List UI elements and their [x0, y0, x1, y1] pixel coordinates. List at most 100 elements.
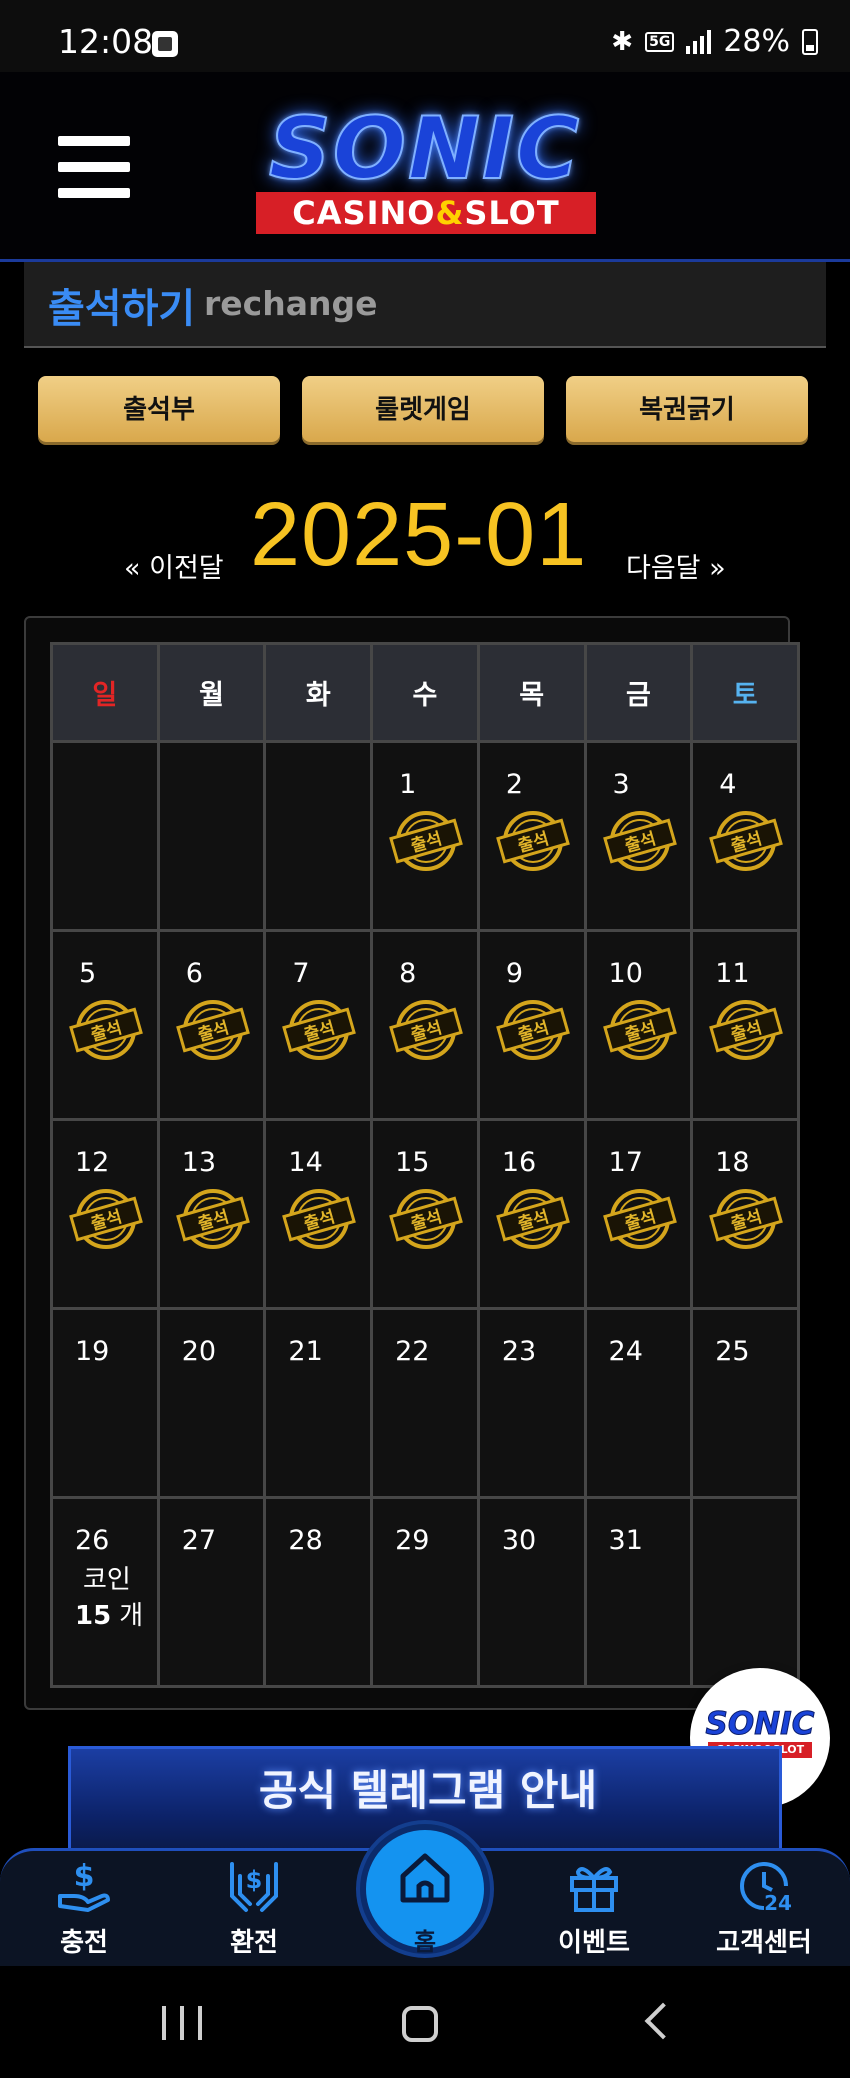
attendance-button[interactable]: 출석부: [38, 376, 280, 442]
day-number: 19: [75, 1336, 110, 1367]
prev-month-link[interactable]: « 이전달: [124, 546, 224, 585]
attendance-stamp-icon: 출석: [389, 811, 463, 871]
calendar-day-cell: 26 코인 15 개: [50, 1496, 160, 1688]
deposit-icon: $: [58, 1859, 110, 1912]
nav-deposit-label: 충전: [60, 1928, 108, 1958]
weekday-sun: 일: [50, 642, 160, 743]
attendance-stamp-icon: 출석: [709, 1189, 784, 1249]
day-number: 11: [715, 958, 750, 989]
calendar-empty-cell: [690, 1496, 800, 1688]
coin-label: 코인: [83, 1565, 131, 1595]
day-number: 10: [608, 958, 643, 989]
nav-deposit[interactable]: $ 충전: [24, 1856, 144, 1959]
calendar-day-cell: 22: [370, 1307, 480, 1499]
calendar-day-cell: 3 출석: [583, 740, 694, 932]
recent-apps-icon[interactable]: [162, 2006, 202, 2040]
day-number: 25: [715, 1336, 750, 1367]
next-month-link[interactable]: 다음달 »: [626, 546, 726, 585]
svg-text:$: $: [74, 1859, 95, 1894]
calendar-day-cell: 7 출석: [263, 929, 374, 1121]
nav-home[interactable]: 홈: [360, 1824, 490, 1956]
calendar-day-cell: 16 출석: [476, 1118, 587, 1310]
calendar-day-cell: 18 출석: [690, 1118, 800, 1310]
attendance-stamp-icon: 출석: [69, 1189, 143, 1249]
attendance-stamp-icon: 출석: [282, 1189, 357, 1249]
weekday-thu: 목: [476, 642, 587, 743]
section-title-bar: 출석하기 rechange: [24, 262, 826, 348]
network-type-icon: 5G: [645, 31, 675, 52]
nav-support-label: 고객센터: [716, 1928, 812, 1958]
weekday-fri: 금: [583, 642, 694, 743]
day-number: 14: [288, 1147, 323, 1178]
battery-icon: [802, 28, 818, 55]
calendar-day-cell: 9 출석: [476, 929, 587, 1121]
banner-text: 공식 텔레그램 안내: [258, 1766, 598, 1815]
svg-text:$: $: [246, 1866, 263, 1894]
calendar-empty-cell: [50, 740, 160, 932]
lottery-button[interactable]: 복권긁기: [566, 376, 808, 442]
calendar-day-cell: 27: [156, 1496, 267, 1688]
nav-support[interactable]: 24 고객센터: [704, 1856, 824, 1959]
day-number: 4: [719, 769, 737, 800]
page-subtitle: rechange: [204, 284, 378, 323]
nav-withdraw[interactable]: $ 환전: [194, 1856, 314, 1959]
home-icon: [400, 1853, 450, 1903]
attendance-stamp-icon: 출석: [709, 811, 784, 871]
calendar-week-row: 12 출석 13 출석 14 출석 15 출석 16 출석 17 출석 18 출석: [50, 1118, 800, 1310]
day-number: 22: [395, 1336, 430, 1367]
attendance-stamp-icon: 출석: [495, 1000, 570, 1060]
day-number: 20: [181, 1336, 217, 1367]
day-number: 1: [399, 769, 417, 800]
svg-text:24: 24: [764, 1891, 792, 1914]
day-number: 21: [288, 1336, 323, 1367]
day-number: 24: [608, 1336, 643, 1367]
day-number: 9: [505, 958, 523, 989]
weekday-mon: 월: [156, 642, 267, 743]
calendar-day-cell: 14 출석: [263, 1118, 374, 1310]
roulette-button[interactable]: 룰렛게임: [302, 376, 544, 442]
attendance-stamp-icon: 출석: [389, 1189, 463, 1249]
hamburger-menu-icon[interactable]: [58, 136, 130, 198]
day-number: 7: [292, 958, 310, 989]
calendar-week-row: 26 코인 15 개 27 28 29 30 31: [50, 1496, 800, 1688]
withdraw-icon: $: [230, 1862, 278, 1912]
day-number: 29: [395, 1525, 430, 1556]
attendance-stamp-icon: 출석: [175, 1000, 250, 1060]
calendar-day-cell: 25: [690, 1307, 800, 1499]
calendar-week-row: 1 출석 2 출석 3 출석 4 출석: [50, 740, 800, 932]
attendance-stamp-icon: 출석: [602, 1000, 677, 1060]
calendar-day-cell: 23: [476, 1307, 587, 1499]
calendar-day-cell: 8 출석: [370, 929, 480, 1121]
calendar-day-cell: 6 출석: [156, 929, 267, 1121]
battery-percent: 28%: [723, 24, 790, 59]
status-time: 12:08: [58, 22, 154, 61]
status-bar: 12:08 ✱ 5G 28%: [0, 0, 850, 72]
site-logo[interactable]: SONIC CASINO&SLOT: [240, 99, 610, 234]
month-title: 2025-01: [250, 485, 588, 585]
attendance-stamp-icon: 출석: [175, 1189, 250, 1249]
attendance-stamp-icon: 출석: [389, 1000, 463, 1060]
weekday-wed: 수: [370, 642, 480, 743]
day-number: 12: [75, 1147, 110, 1178]
weekday-sat: 토: [690, 642, 800, 743]
day-number: 15: [395, 1147, 430, 1178]
signal-icon: [686, 29, 712, 54]
status-icons: ✱ 5G 28%: [611, 24, 818, 59]
calendar-day-cell: 21: [263, 1307, 374, 1499]
nav-event[interactable]: 이벤트: [534, 1856, 654, 1959]
calendar-empty-cell: [156, 740, 267, 932]
weekday-header-row: 일 월 화 수 목 금 토: [50, 642, 800, 743]
calendar-day-cell: 20: [156, 1307, 267, 1499]
day-number: 3: [612, 769, 630, 800]
attendance-stamp-icon: 출석: [282, 1000, 357, 1060]
system-home-icon[interactable]: [402, 2006, 438, 2042]
day-number: 28: [288, 1525, 323, 1556]
logo-title: SONIC: [268, 99, 582, 199]
attendance-stamp-icon: 출석: [69, 1000, 143, 1060]
attendance-stamp-icon: 출석: [495, 1189, 570, 1249]
calendar-week-row: 19 20 21 22 23 24 25: [50, 1307, 800, 1499]
day-number: 31: [608, 1525, 643, 1556]
logo-subtitle: CASINO&SLOT: [256, 192, 596, 234]
calendar-day-cell: 31: [583, 1496, 694, 1688]
calendar-day-cell: 12 출석: [50, 1118, 160, 1310]
